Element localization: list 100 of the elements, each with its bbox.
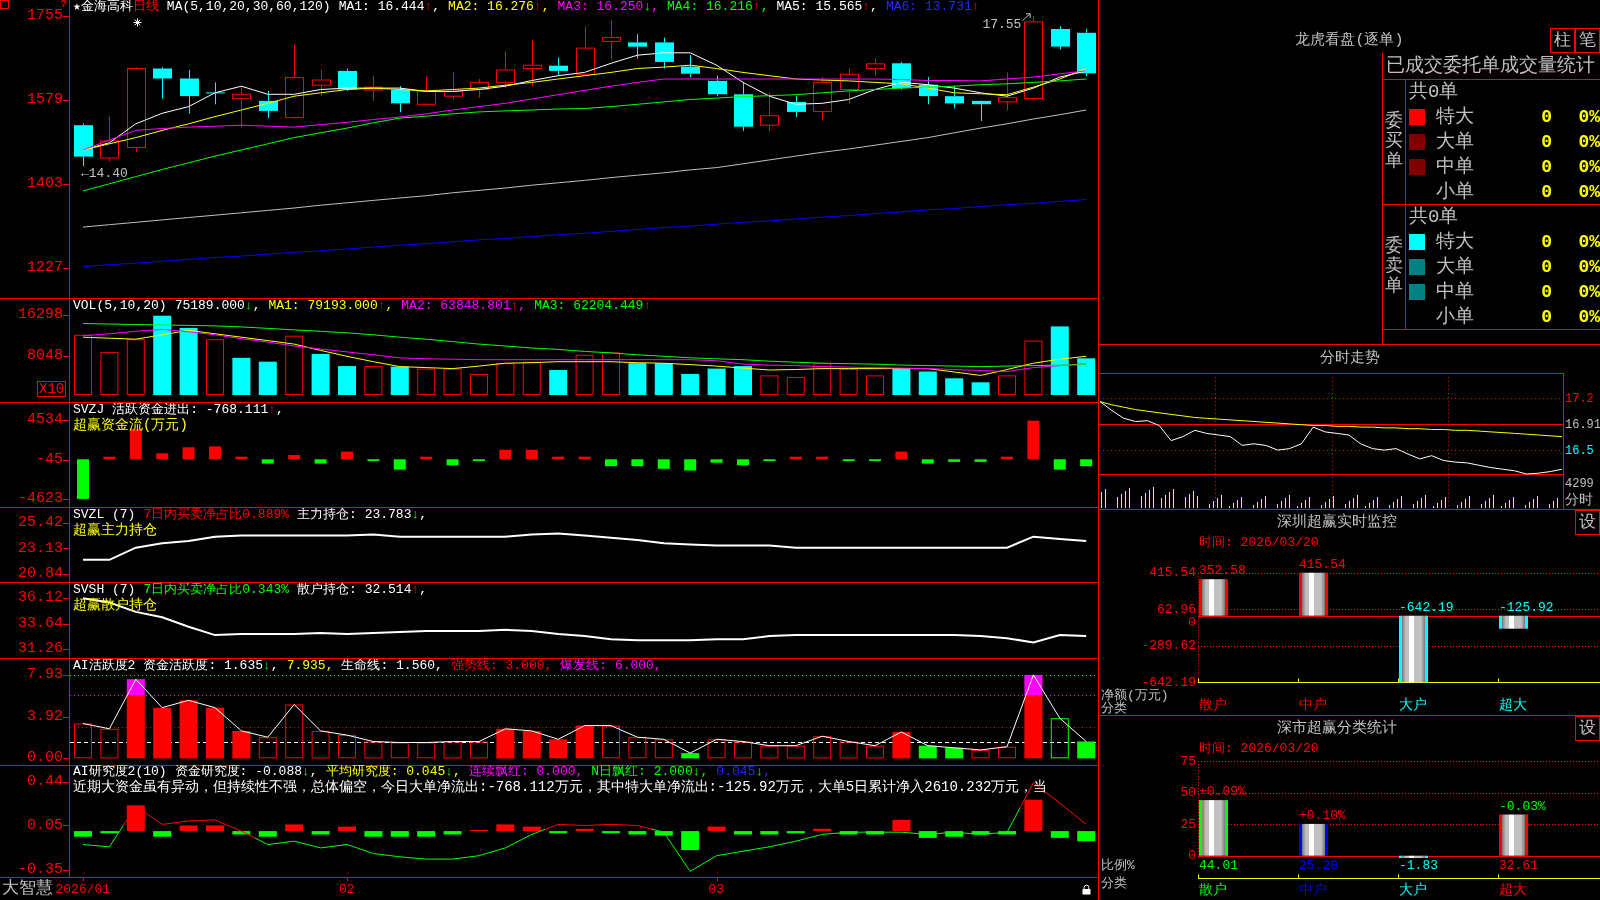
legend-text: 活跃资金进出: -768.111↑,	[112, 403, 284, 417]
view-button[interactable]: 笔	[1575, 28, 1600, 53]
research-bar	[100, 831, 119, 834]
order-size-label: 大单	[1436, 255, 1474, 278]
research-bar	[628, 831, 647, 835]
legend-text: 爆发线: 6.000,	[560, 659, 662, 673]
settings-button[interactable]: 设	[1575, 510, 1600, 535]
legend-text: MA2: 16.276↑,	[448, 0, 550, 14]
activity-bar	[232, 730, 251, 759]
axis-tick-label: -4623	[18, 492, 63, 507]
research-bar	[681, 831, 700, 851]
legend-text: 连续飘红: 0.000,	[468, 765, 584, 779]
research-bar	[232, 831, 251, 835]
axis-tick-label: 62.96	[1157, 602, 1196, 616]
panel-title: 深圳超赢实时监控	[1277, 514, 1397, 531]
activity-bar	[443, 741, 462, 759]
candlestick	[100, 116, 119, 162]
order-share: 0%	[1578, 156, 1600, 177]
candlestick	[74, 122, 93, 167]
activity-bar	[786, 745, 805, 759]
candlestick	[232, 85, 251, 128]
value-label: 32.61	[1499, 858, 1538, 872]
research-bar	[74, 831, 92, 837]
volume-bar	[206, 339, 224, 395]
research-bar	[575, 828, 594, 831]
order-count: 0	[1541, 231, 1552, 252]
research-bar	[945, 831, 964, 837]
group-total: 共0单	[1409, 81, 1459, 103]
order-share: 0%	[1578, 281, 1600, 302]
candlestick	[576, 25, 595, 77]
activity-bar	[575, 725, 594, 759]
flow-bar	[341, 451, 353, 460]
candlestick	[840, 68, 859, 104]
legend-text: N日飘红: 2.000↓,	[591, 765, 709, 779]
order-count: 0	[1541, 181, 1552, 202]
research-bar	[364, 831, 383, 837]
candlestick	[523, 39, 542, 87]
volume-bar	[866, 375, 884, 395]
volume-bar	[417, 368, 436, 395]
order-share: 0%	[1578, 181, 1600, 202]
volume-bar	[760, 375, 779, 395]
flow-bar	[895, 451, 908, 460]
order-size-label: 中单	[1436, 155, 1474, 178]
legend-text: 75189.000↓,	[174, 299, 261, 313]
legend-text: MA3: 16.250↓,	[557, 0, 659, 14]
volume-label: 4299	[1565, 477, 1594, 491]
order-count: 0	[1541, 281, 1552, 302]
lock-icon	[1082, 884, 1091, 895]
price-label: 16.91	[1565, 417, 1600, 432]
volume-bar	[945, 378, 964, 395]
legend-text: SVZJ	[73, 403, 105, 417]
flow-bar	[261, 459, 274, 464]
research-bar	[760, 831, 779, 835]
category-label: 散户	[1199, 883, 1227, 897]
axis-tick-label: -45	[36, 452, 63, 467]
view-button[interactable]: 柱	[1550, 28, 1575, 53]
candlestick	[972, 99, 991, 122]
axis-tick-label: 0.05	[27, 818, 63, 833]
volume-bar	[549, 370, 568, 395]
group-label: 委卖单	[1385, 237, 1403, 297]
price-label: 16.5	[1565, 443, 1594, 458]
flow-bar	[314, 459, 327, 464]
volume-bar	[575, 354, 594, 395]
candlestick	[919, 76, 938, 105]
volume-bar	[1077, 358, 1096, 395]
order-share: 0%	[1578, 106, 1600, 127]
candlestick	[549, 57, 568, 77]
volume-bar	[1050, 326, 1069, 395]
axis-tick-label: 25	[1180, 817, 1196, 831]
legend-text: MA2: 63848.801↑,	[401, 299, 527, 313]
activity-bar	[74, 723, 92, 759]
value-label: 415.54	[1299, 557, 1346, 571]
settings-button[interactable]: 设	[1575, 716, 1600, 741]
flow-bar	[235, 456, 248, 460]
activity-bar	[998, 746, 1016, 759]
order-count: 0	[1541, 106, 1552, 127]
axis-tick-label: 0.44	[27, 774, 63, 789]
research-bar	[892, 819, 911, 832]
volume-bar	[918, 371, 937, 395]
order-share: 0%	[1578, 256, 1600, 277]
help-mark: ?	[60, 0, 67, 9]
axis-tick-label: 16298	[18, 308, 63, 323]
research-bar	[179, 825, 198, 832]
research-bar	[866, 831, 884, 835]
change-label: +0.09%	[1199, 785, 1246, 799]
candlestick	[602, 20, 621, 60]
research-bar	[813, 828, 832, 831]
volume-bar	[364, 366, 383, 395]
order-size-label: 小单	[1436, 180, 1474, 203]
volume-bar	[285, 335, 304, 395]
research-bar	[338, 826, 356, 832]
order-count: 0	[1541, 256, 1552, 277]
price-annotation: 17.55	[982, 18, 1022, 33]
research-bar	[1024, 799, 1043, 832]
activity-bar	[1077, 741, 1096, 759]
activity-bar	[602, 725, 620, 759]
volume-bar	[707, 368, 726, 395]
axis-tick-label: 0.00	[27, 751, 63, 766]
research-bar	[918, 831, 937, 838]
axis-tick-label: 4534	[27, 413, 63, 428]
